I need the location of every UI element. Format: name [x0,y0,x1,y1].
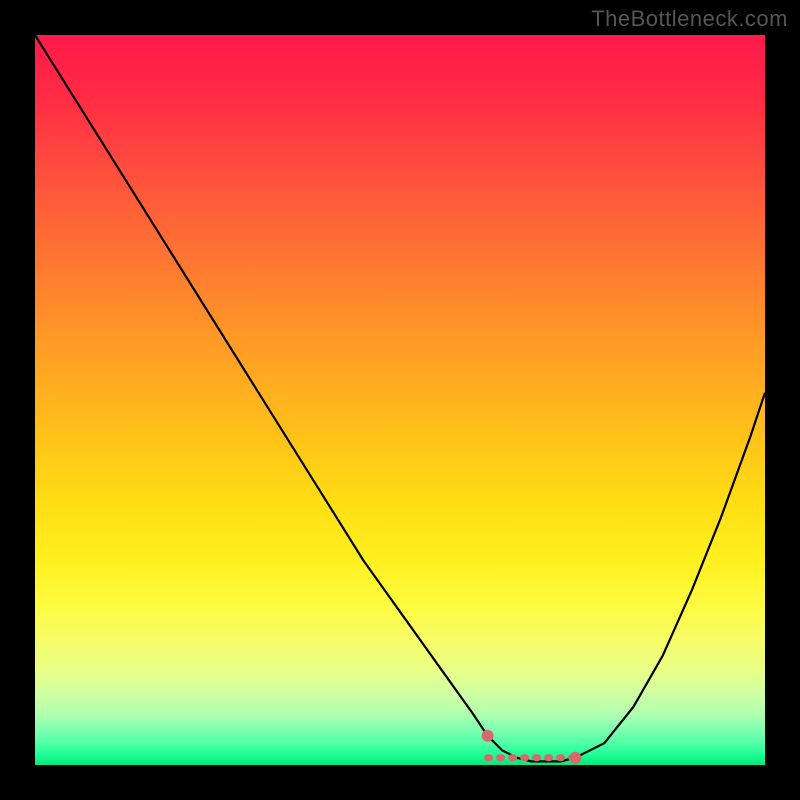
optimal-range-end-dot [569,752,581,764]
chart-svg [35,35,765,765]
optimal-range-start-dot [482,730,494,742]
watermark-text: TheBottleneck.com [591,6,788,32]
bottleneck-curve [35,35,765,761]
chart-plot-area [35,35,765,765]
